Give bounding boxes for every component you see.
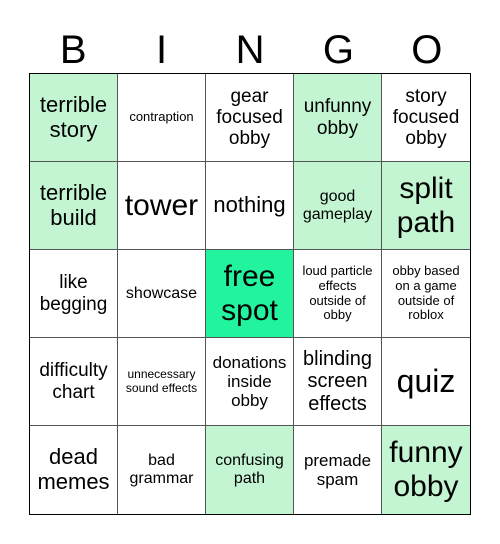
bingo-cell[interactable]: contraption xyxy=(118,74,206,162)
bingo-cell[interactable]: donations inside obby xyxy=(206,338,294,426)
bingo-cell[interactable]: nothing xyxy=(206,162,294,250)
bingo-cell[interactable]: like begging xyxy=(30,250,118,338)
bingo-cell[interactable]: quiz xyxy=(382,338,470,426)
bingo-cell[interactable]: loud particle effects outside of obby xyxy=(294,250,382,338)
bingo-cell[interactable]: terrible build xyxy=(30,162,118,250)
bingo-cell[interactable]: story focused obby xyxy=(382,74,470,162)
free-spot-cell[interactable]: free spot xyxy=(206,250,294,338)
bingo-cell[interactable]: difficulty chart xyxy=(30,338,118,426)
bingo-cell[interactable]: split path xyxy=(382,162,470,250)
bingo-cell[interactable]: showcase xyxy=(118,250,206,338)
header-letter-g: G xyxy=(322,28,354,72)
bingo-cell[interactable]: premade spam xyxy=(294,426,382,514)
bingo-cell[interactable]: dead memes xyxy=(30,426,118,514)
bingo-header: B I N G O xyxy=(29,28,471,73)
header-letter-n: N xyxy=(235,28,265,72)
bingo-grid: terrible story contraption gear focused … xyxy=(29,73,471,515)
bingo-cell[interactable]: good gameplay xyxy=(294,162,382,250)
bingo-cell[interactable]: unfunny obby xyxy=(294,74,382,162)
bingo-cell[interactable]: blinding screen effects xyxy=(294,338,382,426)
header-letter-o: O xyxy=(411,28,443,72)
bingo-cell[interactable]: tower xyxy=(118,162,206,250)
bingo-cell[interactable]: obby based on a game outside of roblox xyxy=(382,250,470,338)
bingo-cell[interactable]: terrible story xyxy=(30,74,118,162)
bingo-cell[interactable]: gear focused obby xyxy=(206,74,294,162)
bingo-cell[interactable]: funny obby xyxy=(382,426,470,514)
bingo-cell[interactable]: confusing path xyxy=(206,426,294,514)
header-letter-b: B xyxy=(59,28,87,72)
bingo-cell[interactable]: bad grammar xyxy=(118,426,206,514)
header-letter-i: I xyxy=(156,28,168,72)
bingo-cell[interactable]: unnecessary sound effects xyxy=(118,338,206,426)
